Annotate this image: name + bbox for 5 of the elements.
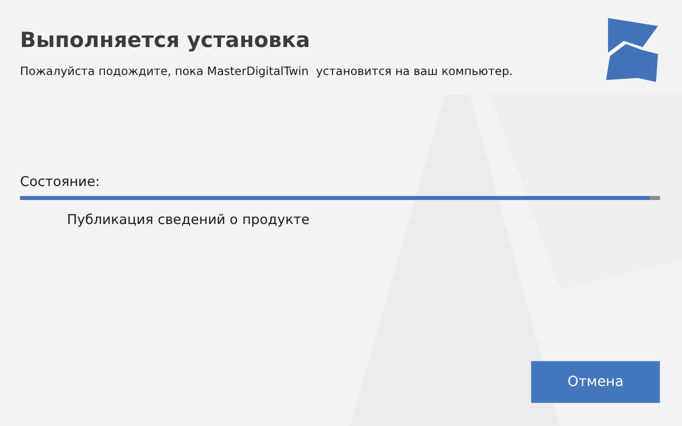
- status-detail: Публикация сведений о продукте: [67, 212, 311, 228]
- cancel-button[interactable]: Отмена: [531, 361, 660, 403]
- installer-title: Выполняется установка: [20, 27, 312, 54]
- status-label: Состояние:: [20, 174, 101, 190]
- installer-subtitle: Пожалуйста подождите, пока MasterDigitalTwin установится на ваш компьютер.: [20, 64, 513, 78]
